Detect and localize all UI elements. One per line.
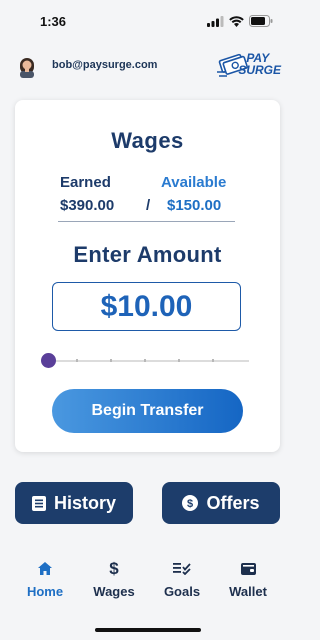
- divider: [58, 221, 235, 222]
- avatar[interactable]: [17, 56, 37, 78]
- logo-text: PAY SURGE: [238, 52, 281, 76]
- tab-label-wages: Wages: [93, 584, 135, 599]
- status-bar: 1:36: [0, 0, 295, 44]
- offers-button[interactable]: $ Offers: [162, 482, 280, 524]
- amount-value: $10.00: [100, 289, 193, 323]
- dollar-circle-icon: $: [182, 495, 199, 511]
- earned-value: $390.00: [60, 197, 115, 214]
- svg-text:$: $: [187, 498, 193, 510]
- tab-label-wallet: Wallet: [229, 584, 267, 599]
- slider-tick: [178, 359, 180, 362]
- list-icon: [31, 495, 46, 511]
- wallet-icon: [240, 562, 256, 575]
- available-label: Available: [161, 174, 227, 191]
- logo-line-2: SURGE: [238, 63, 281, 77]
- tab-wages[interactable]: $ Wages: [84, 558, 144, 599]
- card-title: Wages: [111, 128, 184, 153]
- available-value: $150.00: [167, 197, 222, 214]
- amount-slider[interactable]: [41, 353, 249, 369]
- goals-icon: [173, 563, 191, 575]
- enter-amount-label: Enter Amount: [73, 242, 222, 267]
- user-email: bob@paysurge.com: [52, 59, 158, 71]
- begin-transfer-button[interactable]: Begin Transfer: [52, 389, 243, 433]
- slider-tick: [76, 359, 78, 362]
- status-icons: [207, 15, 273, 27]
- tab-goals[interactable]: Goals: [152, 558, 212, 599]
- wages-card: Wages Earned Available $390.00 / $150.00…: [15, 100, 280, 452]
- header: bob@paysurge.com PAY SURGE: [0, 50, 295, 84]
- tab-home[interactable]: Home: [15, 558, 75, 599]
- tab-label-home: Home: [26, 584, 64, 599]
- status-time: 1:36: [40, 14, 67, 29]
- offers-label: Offers: [206, 492, 260, 513]
- amount-input[interactable]: $10.00: [52, 282, 241, 331]
- tab-bar: Home $ Wages Goals Wallet: [0, 558, 295, 608]
- battery-icon: [249, 15, 273, 27]
- signal-icon: [207, 15, 224, 27]
- slider-tick: [144, 359, 146, 362]
- home-indicator: [95, 628, 201, 632]
- earned-label: Earned: [60, 174, 111, 191]
- slider-thumb[interactable]: [41, 353, 56, 368]
- tab-wallet[interactable]: Wallet: [218, 558, 278, 599]
- slider-tick: [110, 359, 112, 362]
- paysurge-logo: PAY SURGE: [217, 50, 281, 82]
- home-icon: [38, 561, 52, 575]
- tab-label-goals: Goals: [163, 584, 201, 599]
- svg-text:$: $: [109, 559, 119, 577]
- slider-tick: [212, 359, 214, 362]
- dollar-icon: $: [109, 559, 119, 577]
- history-label: History: [53, 492, 116, 513]
- separator-slash: /: [146, 197, 151, 214]
- history-button[interactable]: History: [15, 482, 133, 524]
- wifi-icon: [229, 15, 244, 27]
